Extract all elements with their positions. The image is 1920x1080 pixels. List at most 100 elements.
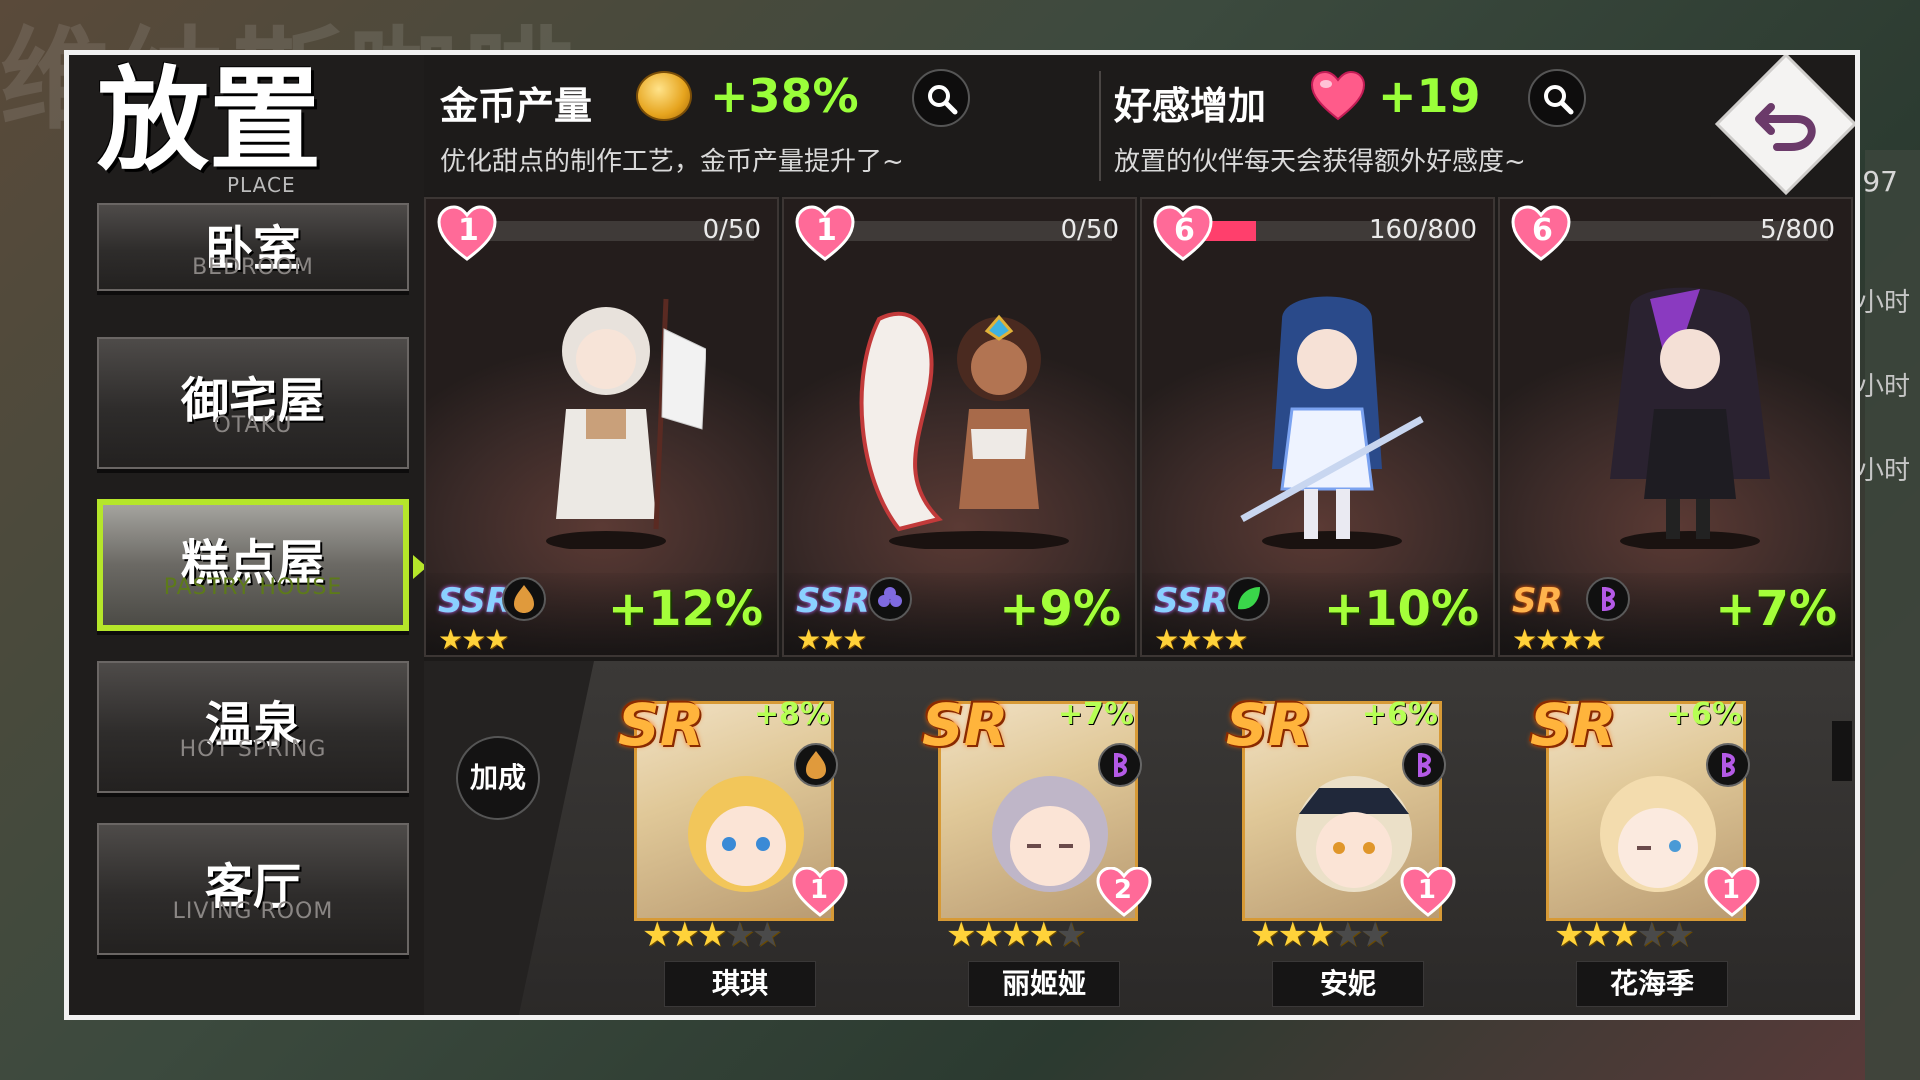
menu-label-en: OTAKU xyxy=(213,413,293,438)
placement-panel: 放置 PLACE 卧室 BEDROOM 御宅屋 OTAKU 糕点屋 PASTRY… xyxy=(64,50,1860,1020)
gold-output-value: +38% xyxy=(710,69,859,123)
affection-value: +19 xyxy=(1378,69,1481,123)
menu-pastry-house-button[interactable]: 糕点屋 PASTRY HOUSE xyxy=(97,499,427,631)
character-name: 丽姬娅 xyxy=(968,961,1120,1007)
heart-level: 6 xyxy=(1174,213,1195,248)
flame-icon xyxy=(502,577,546,621)
star-rating: ★★★ xyxy=(438,623,509,656)
bonus-percent: +6% xyxy=(1361,697,1438,732)
heart-level: 6 xyxy=(1532,213,1553,248)
menu-bedroom-button[interactable]: 卧室 BEDROOM xyxy=(97,203,409,291)
header-divider xyxy=(1099,71,1101,181)
menu-living-room-button[interactable]: 客厅 LIVING ROOM xyxy=(97,823,409,955)
card-footer: SSR ★★★ +12% xyxy=(426,573,777,655)
header-stats: 金币产量 +38% 优化甜点的制作工艺，金币产量提升了~ 好感增加 +19 放置… xyxy=(424,55,1855,195)
star-rating: ★★★ xyxy=(796,623,867,656)
card-footer: SSR ★★★ +9% xyxy=(784,573,1135,655)
bonus-button[interactable]: 加成 xyxy=(456,736,540,820)
background-side-label: 小时 xyxy=(1857,372,1910,402)
flower-icon xyxy=(868,577,912,621)
placed-characters: 1 0/50 SSR ★★★ +12% 1 0/50 SSR ★★★ +9% 6… xyxy=(424,197,1855,659)
heart-level: 1 xyxy=(809,875,828,905)
stars-empty: ★★ xyxy=(1332,915,1390,955)
menu-label-en: HOT SPRING xyxy=(179,737,327,762)
dark-icon xyxy=(1098,743,1142,787)
affection-label: 好感增加 xyxy=(1114,84,1267,128)
gold-output-desc: 优化甜点的制作工艺，金币产量提升了~ xyxy=(440,147,904,177)
star-rating: ★★★★ xyxy=(1512,623,1606,656)
stars-empty: ★★ xyxy=(724,915,782,955)
affection-stat: 好感增加 +19 放置的伙伴每天会获得额外好感度~ xyxy=(1114,55,1674,195)
character-art xyxy=(1240,296,1424,549)
panel-title-block: 放置 PLACE xyxy=(97,55,321,198)
rarity-badge: SR xyxy=(922,691,1009,759)
menu-otaku-button[interactable]: 御宅屋 OTAKU xyxy=(97,337,409,469)
affection-progress: 0/50 xyxy=(702,215,761,245)
card-footer: SR ★★★★ +7% xyxy=(1500,573,1851,655)
bonus-character-card[interactable]: SR +8% 1 ★★★★★ 琪琪 xyxy=(618,691,848,1007)
bonus-percent: +6% xyxy=(1665,697,1742,732)
rarity-badge: SSR xyxy=(796,581,870,621)
stars-filled: ★★★★ xyxy=(946,915,1059,955)
affection-desc: 放置的伙伴每天会获得额外好感度~ xyxy=(1114,147,1526,177)
rarity-badge: SR xyxy=(618,691,705,759)
heart-icon xyxy=(1310,71,1366,121)
star-rating: ★★★★★ xyxy=(642,915,782,955)
bonus-divider xyxy=(424,661,594,1015)
affection-progress: 5/800 xyxy=(1760,215,1835,245)
scroll-right-handle[interactable] xyxy=(1832,721,1852,781)
bonus-character-card[interactable]: SR +7% 2 ★★★★★ 丽姬娅 xyxy=(922,691,1152,1007)
bonus-percent: +12% xyxy=(607,581,763,637)
star-rating: ★★★★ xyxy=(1154,623,1248,656)
background-side-label: 小时 xyxy=(1857,288,1910,318)
star-rating: ★★★★★ xyxy=(1250,915,1390,955)
character-art xyxy=(1610,287,1770,549)
affection-progress: 160/800 xyxy=(1368,215,1477,245)
dark-icon xyxy=(1586,577,1630,621)
stars-filled: ★★★ xyxy=(642,915,727,955)
card-footer: SSR ★★★★ +10% xyxy=(1142,573,1493,655)
character-name: 琪琪 xyxy=(664,961,816,1007)
menu-label-en: PASTRY HOUSE xyxy=(163,575,343,600)
character-art xyxy=(859,311,1069,549)
back-button[interactable] xyxy=(1711,50,1860,199)
affection-info-button[interactable] xyxy=(1528,69,1586,127)
star-rating: ★★★★★ xyxy=(946,915,1086,955)
bonus-percent: +7% xyxy=(1715,581,1837,637)
rarity-badge: SR xyxy=(1512,581,1563,621)
panel-title-en: PLACE xyxy=(227,173,296,197)
dark-icon xyxy=(1402,743,1446,787)
star-rating: ★★★★★ xyxy=(1554,915,1694,955)
character-name: 花海季 xyxy=(1576,961,1728,1007)
heart-level: 1 xyxy=(1721,875,1740,905)
flame-icon xyxy=(794,743,838,787)
bonus-character-card[interactable]: SR +6% 1 ★★★★★ 花海季 xyxy=(1530,691,1760,1007)
affection-progress: 0/50 xyxy=(1060,215,1119,245)
menu-hot-spring-button[interactable]: 温泉 HOT SPRING xyxy=(97,661,409,793)
search-icon xyxy=(928,85,958,115)
rarity-badge: SR xyxy=(1226,691,1313,759)
background-side-label: 小时 xyxy=(1857,456,1910,486)
stars-filled: ★★★ xyxy=(1250,915,1335,955)
character-card[interactable]: 6 5/800 SR ★★★★ +7% xyxy=(1498,197,1853,657)
character-art xyxy=(546,298,706,549)
bonus-character-card[interactable]: SR +6% 1 ★★★★★ 安妮 xyxy=(1226,691,1456,1007)
gold-info-button[interactable] xyxy=(912,69,970,127)
bonus-section: 加成 SR +8% 1 ★★★★★ 琪琪 SR +7% 2 ★★★★★ 丽姬娅 xyxy=(424,661,1855,1015)
gold-output-stat: 金币产量 +38% 优化甜点的制作工艺，金币产量提升了~ xyxy=(424,55,1094,195)
heart-level: 1 xyxy=(458,213,479,248)
dark-icon xyxy=(1706,743,1750,787)
character-card[interactable]: 6 160/800 SSR ★★★★ +10% xyxy=(1140,197,1495,657)
character-card[interactable]: 1 0/50 SSR ★★★ +9% xyxy=(782,197,1137,657)
rarity-badge: SSR xyxy=(1154,581,1228,621)
search-icon xyxy=(1544,85,1574,115)
stars-filled: ★★★ xyxy=(1554,915,1639,955)
gold-coin-icon xyxy=(636,71,692,121)
heart-level: 1 xyxy=(1417,875,1436,905)
heart-level: 1 xyxy=(816,213,837,248)
character-card[interactable]: 1 0/50 SSR ★★★ +12% xyxy=(424,197,779,657)
menu-label-en: LIVING ROOM xyxy=(172,899,334,924)
panel-title: 放置 xyxy=(97,55,321,186)
rarity-badge: SR xyxy=(1530,691,1617,759)
bonus-percent: +9% xyxy=(999,581,1121,637)
